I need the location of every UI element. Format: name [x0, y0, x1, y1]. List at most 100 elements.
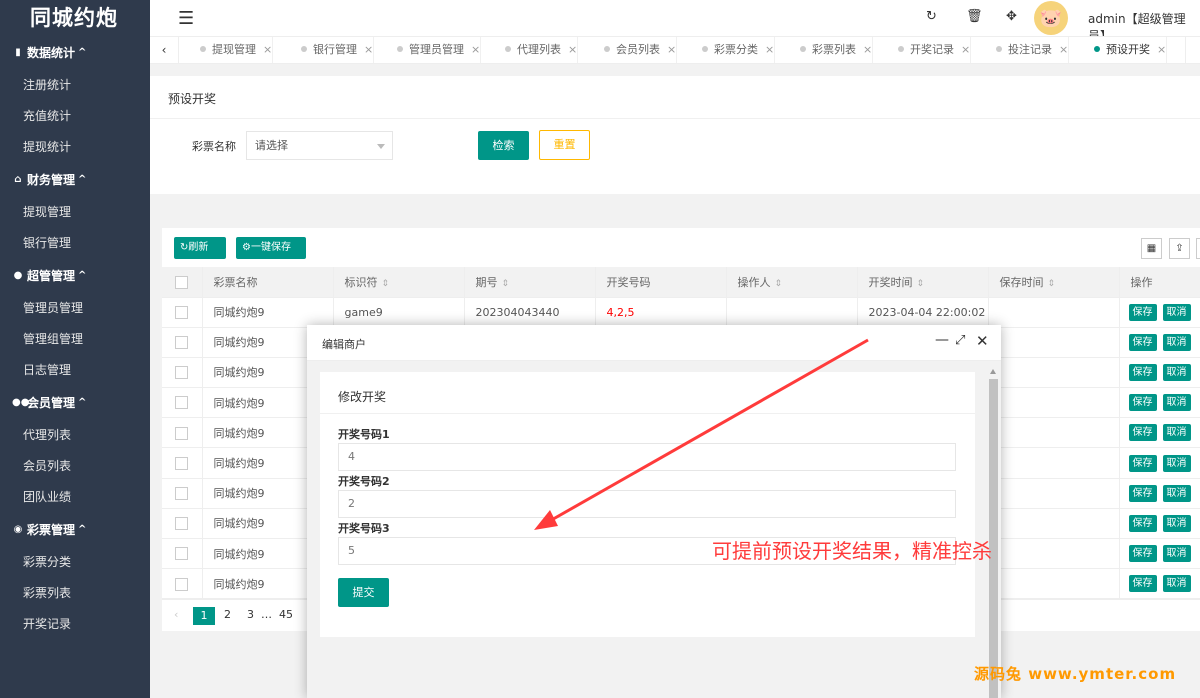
row-cancel-button[interactable]: 取消 — [1162, 333, 1191, 351]
refresh-icon[interactable]: ↻ — [926, 9, 937, 24]
close-icon[interactable]: × — [765, 43, 774, 56]
minimize-icon[interactable]: — — [935, 332, 949, 348]
export-icon[interactable]: ⇪ — [1169, 238, 1190, 259]
col-operator[interactable]: 操作人 ⇕ — [726, 267, 858, 298]
page-last[interactable]: 45 — [279, 608, 293, 621]
tab-admin[interactable]: 管理员管理 × — [383, 37, 482, 63]
sidebar-item-lottery-category[interactable]: 彩票分类 — [0, 547, 150, 578]
row-checkbox[interactable] — [175, 547, 188, 561]
close-icon[interactable]: × — [1059, 43, 1068, 56]
row-cancel-button[interactable]: 取消 — [1162, 575, 1191, 593]
maximize-icon[interactable]: ⤢ — [955, 333, 965, 348]
avatar[interactable]: 🐷 — [1034, 1, 1068, 35]
close-icon[interactable]: × — [667, 43, 676, 56]
submit-button[interactable]: 提交 — [338, 578, 389, 607]
refresh-button[interactable]: ↻刷新 — [174, 237, 226, 259]
row-checkbox[interactable] — [175, 305, 188, 319]
draw-number-1-input[interactable]: 4 — [338, 443, 956, 471]
row-save-button[interactable]: 保存 — [1128, 575, 1157, 593]
sidebar-item-draw-records[interactable]: 开奖记录 — [0, 609, 150, 640]
nav-group-lottery[interactable]: ◉ 彩票管理 ^ — [0, 513, 150, 547]
fullscreen-icon[interactable]: ✥ — [1006, 9, 1017, 24]
close-icon[interactable]: × — [961, 43, 970, 56]
tab-bet-records[interactable]: 投注记录 × — [982, 37, 1070, 63]
nav-group-members[interactable]: ●● 会员管理 ^ — [0, 386, 150, 420]
row-save-button[interactable]: 保存 — [1128, 545, 1157, 563]
sidebar-item-agent-list[interactable]: 代理列表 — [0, 420, 150, 451]
sidebar-item-team-performance[interactable]: 团队业绩 — [0, 482, 150, 513]
col-save-time[interactable]: 保存时间 ⇕ — [988, 267, 1120, 298]
close-icon[interactable]: ✕ — [976, 332, 989, 350]
close-icon[interactable]: × — [568, 43, 577, 56]
row-cancel-button[interactable]: 取消 — [1162, 303, 1191, 321]
sidebar-item-group-manage[interactable]: 管理组管理 — [0, 324, 150, 355]
select-all-checkbox[interactable] — [175, 275, 188, 289]
nav-group-superadmin[interactable]: ● 超管管理 ^ — [0, 259, 150, 293]
row-cancel-button[interactable]: 取消 — [1162, 545, 1191, 563]
col-draw-time[interactable]: 开奖时间 ⇕ — [857, 267, 989, 298]
page-2[interactable]: 2 — [224, 608, 231, 621]
sidebar-item-admin-manage[interactable]: 管理员管理 — [0, 293, 150, 324]
row-cancel-button[interactable]: 取消 — [1162, 363, 1191, 381]
page-3[interactable]: 3 — [247, 608, 254, 621]
row-checkbox[interactable] — [175, 366, 188, 380]
sidebar-item-withdraw-manage[interactable]: 提现管理 — [0, 197, 150, 228]
modal-scrollbar[interactable] — [988, 369, 999, 698]
row-checkbox[interactable] — [175, 336, 188, 350]
close-icon[interactable]: × — [263, 43, 272, 56]
row-cancel-button[interactable]: 取消 — [1162, 514, 1191, 532]
row-cancel-button[interactable]: 取消 — [1162, 394, 1191, 412]
row-checkbox[interactable] — [175, 486, 188, 500]
row-checkbox[interactable] — [175, 426, 188, 440]
tab-draw-records[interactable]: 开奖记录 × — [884, 37, 972, 63]
save-all-button[interactable]: ⚙一键保存 — [236, 237, 306, 259]
close-icon[interactable]: × — [364, 43, 373, 56]
sidebar-item-register-stats[interactable]: 注册统计 — [0, 70, 150, 101]
sidebar-item-lottery-list[interactable]: 彩票列表 — [0, 578, 150, 609]
row-checkbox[interactable] — [175, 577, 188, 591]
page-1[interactable]: 1 — [193, 607, 215, 625]
row-save-button[interactable]: 保存 — [1128, 484, 1157, 502]
sidebar-item-recharge-stats[interactable]: 充值统计 — [0, 101, 150, 132]
menu-toggle-icon[interactable]: ☰ — [178, 8, 194, 29]
nav-group-finance[interactable]: ⌂ 财务管理 ^ — [0, 163, 150, 197]
sidebar-item-withdraw-stats[interactable]: 提现统计 — [0, 132, 150, 163]
row-checkbox[interactable] — [175, 517, 188, 531]
tab-scroll-left-icon[interactable]: ‹ — [150, 37, 179, 63]
row-save-button[interactable]: 保存 — [1128, 363, 1157, 381]
row-cancel-button[interactable]: 取消 — [1162, 454, 1191, 472]
row-save-button[interactable]: 保存 — [1128, 333, 1157, 351]
close-icon[interactable]: × — [1157, 43, 1166, 56]
row-save-button[interactable]: 保存 — [1128, 394, 1157, 412]
col-code[interactable]: 标识符 ⇕ — [333, 267, 465, 298]
row-checkbox[interactable] — [175, 456, 188, 470]
row-checkbox[interactable] — [175, 396, 188, 410]
sidebar-item-member-list[interactable]: 会员列表 — [0, 451, 150, 482]
sidebar-item-bank-manage[interactable]: 银行管理 — [0, 228, 150, 259]
tab-agent[interactable]: 代理列表 × — [491, 37, 579, 63]
tab-member[interactable]: 会员列表 × — [590, 37, 678, 63]
prev-page-icon[interactable]: ‹ — [174, 608, 178, 621]
draw-number-2-input[interactable]: 2 — [338, 490, 956, 518]
tab-lottery-category[interactable]: 彩票分类 × — [688, 37, 776, 63]
close-icon[interactable]: × — [863, 43, 872, 56]
row-cancel-button[interactable]: 取消 — [1162, 484, 1191, 502]
row-save-button[interactable]: 保存 — [1128, 514, 1157, 532]
lottery-name-select[interactable]: 请选择 — [246, 131, 393, 160]
row-save-button[interactable]: 保存 — [1128, 454, 1157, 472]
row-save-button[interactable]: 保存 — [1128, 303, 1157, 321]
scroll-up-icon[interactable] — [990, 369, 996, 374]
row-save-button[interactable]: 保存 — [1128, 424, 1157, 442]
nav-group-stats[interactable]: ▮ 数据统计 ^ — [0, 36, 150, 70]
tab-scroll-right-icon[interactable] — [1185, 37, 1200, 63]
col-period[interactable]: 期号 ⇕ — [464, 267, 596, 298]
tab-bank[interactable]: 银行管理 × — [287, 37, 375, 63]
tab-preset-draw[interactable]: 预设开奖 × — [1080, 37, 1168, 63]
sidebar-item-log-manage[interactable]: 日志管理 — [0, 355, 150, 386]
reset-button[interactable]: 重置 — [539, 130, 590, 160]
search-button[interactable]: 检索 — [478, 131, 529, 160]
print-icon[interactable] — [1196, 238, 1200, 259]
close-icon[interactable]: × — [471, 43, 480, 56]
trash-icon[interactable]: 🗑 — [966, 9, 983, 24]
tab-withdraw[interactable]: 提现管理 × — [186, 37, 274, 63]
